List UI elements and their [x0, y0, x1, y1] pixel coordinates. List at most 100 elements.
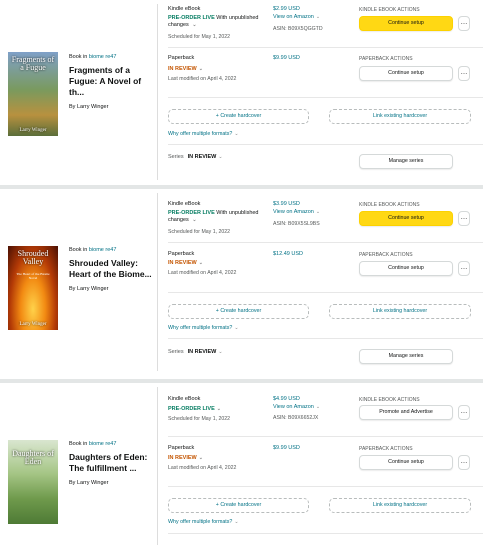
view-on-amazon-link[interactable]: View on Amazon ⌄	[273, 209, 320, 215]
series-status: IN REVIEW	[187, 154, 217, 160]
book-in-series: Book in biome re47	[69, 247, 117, 253]
cover-title: Shrouded Valley	[17, 249, 49, 266]
paperback-modified: Last modified on April 4, 2022	[168, 465, 237, 471]
paperback-actions-label: PAPERBACK ACTIONS	[359, 252, 413, 258]
cover-author: Larry Winger	[19, 322, 47, 327]
book-in-series: Book in biome re47	[69, 441, 117, 447]
book-title[interactable]: Shrouded Valley: Heart of the Biome...	[69, 258, 153, 280]
paperback-modified: Last modified on April 4, 2022	[168, 270, 237, 276]
why-multiple-formats-link[interactable]: Why offer multiple formats? ⌄	[168, 325, 239, 331]
manage-series-button[interactable]: Manage series	[359, 349, 453, 364]
ebook-status: PRE-ORDER LIVE With unpublished changes …	[168, 210, 259, 223]
continue-setup-button[interactable]: Continue setup	[359, 66, 453, 81]
ellipsis-icon[interactable]: …	[458, 261, 470, 276]
why-multiple-formats-link[interactable]: Why offer multiple formats? ⌄	[168, 131, 239, 137]
bookshelf-page: Fragments of a Fugue Larry Winger Book i…	[0, 0, 483, 545]
chevron-down-icon: ⌄	[315, 404, 321, 410]
ebook-status: PRE-ORDER LIVE ⌄	[168, 406, 221, 412]
row-divider	[168, 242, 483, 243]
book-title[interactable]: Fragments of a Fugue: A Novel of th...	[69, 65, 153, 98]
create-hardcover-button[interactable]: + Create hardcover	[168, 304, 309, 319]
ebook-scheduled: Scheduled for May 1, 2022	[168, 34, 231, 40]
cover-subtitle: The Heart of the Biome Novel	[16, 272, 50, 280]
chevron-down-icon[interactable]: ⌄	[199, 260, 203, 266]
ebook-scheduled: Scheduled for May 1, 2022	[168, 416, 231, 422]
ellipsis-icon[interactable]: …	[458, 211, 470, 226]
chevron-down-icon[interactable]: ⌄	[199, 455, 203, 461]
book-author: By Larry Winger	[69, 480, 109, 486]
view-on-amazon-link[interactable]: View on Amazon ⌄	[273, 404, 320, 410]
continue-setup-button[interactable]: Continue setup	[359, 261, 453, 276]
manage-series-button[interactable]: Manage series	[359, 154, 453, 169]
series-row: Series IN REVIEW ⌄	[168, 349, 223, 355]
ebook-asin: ASIN: B09X5SL9BS	[273, 221, 320, 227]
ebook-price: $3.99 USD	[273, 201, 300, 207]
link-existing-hardcover-button[interactable]: Link existing hardcover	[329, 498, 471, 513]
create-hardcover-button[interactable]: + Create hardcover	[168, 498, 309, 513]
ebook-actions-label: KINDLE EBOOK ACTIONS	[359, 397, 420, 403]
chevron-down-icon[interactable]: ⌄	[192, 22, 196, 28]
ebook-actions-label: KINDLE EBOOK ACTIONS	[359, 7, 420, 13]
continue-setup-button[interactable]: Continue setup	[359, 16, 453, 31]
divider	[157, 4, 158, 180]
book-card: Shrouded Valley The Heart of the Biome N…	[0, 189, 483, 376]
view-on-amazon-link[interactable]: View on Amazon ⌄	[273, 14, 320, 20]
chevron-down-icon[interactable]: ⌄	[218, 349, 222, 355]
row-divider	[168, 486, 483, 487]
chevron-down-icon[interactable]: ⌄	[218, 154, 222, 160]
chevron-down-icon[interactable]: ⌄	[217, 406, 221, 412]
paperback-status: IN REVIEW ⌄	[168, 455, 203, 461]
ellipsis-icon[interactable]: …	[458, 66, 470, 81]
paperback-status: IN REVIEW ⌄	[168, 260, 203, 266]
chevron-down-icon: ⌄	[315, 14, 321, 20]
book-author: By Larry Winger	[69, 104, 109, 110]
cover-title: Daughters of Eden	[12, 449, 54, 466]
series-link[interactable]: biome re47	[89, 247, 117, 253]
row-divider	[168, 292, 483, 293]
row-divider	[168, 97, 483, 98]
continue-setup-button[interactable]: Continue setup	[359, 455, 453, 470]
ebook-asin: ASIN: B09X5QGGTD	[273, 26, 323, 32]
continue-setup-button[interactable]: Continue setup	[359, 211, 453, 226]
chevron-down-icon: ⌄	[234, 325, 239, 331]
paperback-format-label: Paperback	[168, 55, 195, 61]
divider	[157, 193, 158, 371]
series-link[interactable]: biome re47	[89, 441, 117, 447]
ellipsis-icon[interactable]: …	[458, 405, 470, 420]
ellipsis-icon[interactable]: …	[458, 16, 470, 31]
paperback-status: IN REVIEW ⌄	[168, 66, 203, 72]
why-multiple-formats-link[interactable]: Why offer multiple formats? ⌄	[168, 519, 239, 525]
ebook-format-label: Kindle eBook	[168, 6, 201, 12]
book-info: Book in biome re47 Shrouded Valley: Hear…	[69, 247, 153, 292]
paperback-price: $12.49 USD	[273, 251, 303, 257]
promote-and-advertise-button[interactable]: Promote and Advertise	[359, 405, 453, 420]
book-cover[interactable]: Daughters of Eden	[8, 440, 58, 524]
series-row: Series IN REVIEW ⌄	[168, 154, 223, 160]
book-info: Book in biome re47 Daughters of Eden: Th…	[69, 441, 153, 486]
book-cover[interactable]: Fragments of a Fugue Larry Winger	[8, 52, 58, 136]
chevron-down-icon: ⌄	[315, 209, 321, 215]
book-title[interactable]: Daughters of Eden: The fulfillment ...	[69, 452, 153, 474]
chevron-down-icon: ⌄	[234, 519, 239, 525]
cover-title: Fragments of a Fugue	[11, 55, 55, 72]
book-author: By Larry Winger	[69, 286, 109, 292]
chevron-down-icon[interactable]: ⌄	[192, 217, 196, 223]
ebook-asin: ASIN: B09X6652JX	[273, 415, 319, 421]
ellipsis-icon[interactable]: …	[458, 455, 470, 470]
divider	[157, 387, 158, 545]
chevron-down-icon[interactable]: ⌄	[199, 66, 203, 72]
create-hardcover-button[interactable]: + Create hardcover	[168, 109, 309, 124]
cover-author: Larry Winger	[19, 128, 47, 133]
series-link[interactable]: biome re47	[89, 54, 117, 60]
paperback-format-label: Paperback	[168, 445, 195, 451]
book-cover[interactable]: Shrouded Valley The Heart of the Biome N…	[8, 246, 58, 330]
link-existing-hardcover-button[interactable]: Link existing hardcover	[329, 304, 471, 319]
link-existing-hardcover-button[interactable]: Link existing hardcover	[329, 109, 471, 124]
paperback-actions-label: PAPERBACK ACTIONS	[359, 446, 413, 452]
ebook-price: $2.99 USD	[273, 6, 300, 12]
book-in-series: Book in biome re47	[69, 54, 117, 60]
row-divider	[168, 533, 483, 534]
row-divider	[168, 338, 483, 339]
ebook-status: PRE-ORDER LIVE With unpublished changes …	[168, 15, 259, 28]
row-divider	[168, 47, 483, 48]
